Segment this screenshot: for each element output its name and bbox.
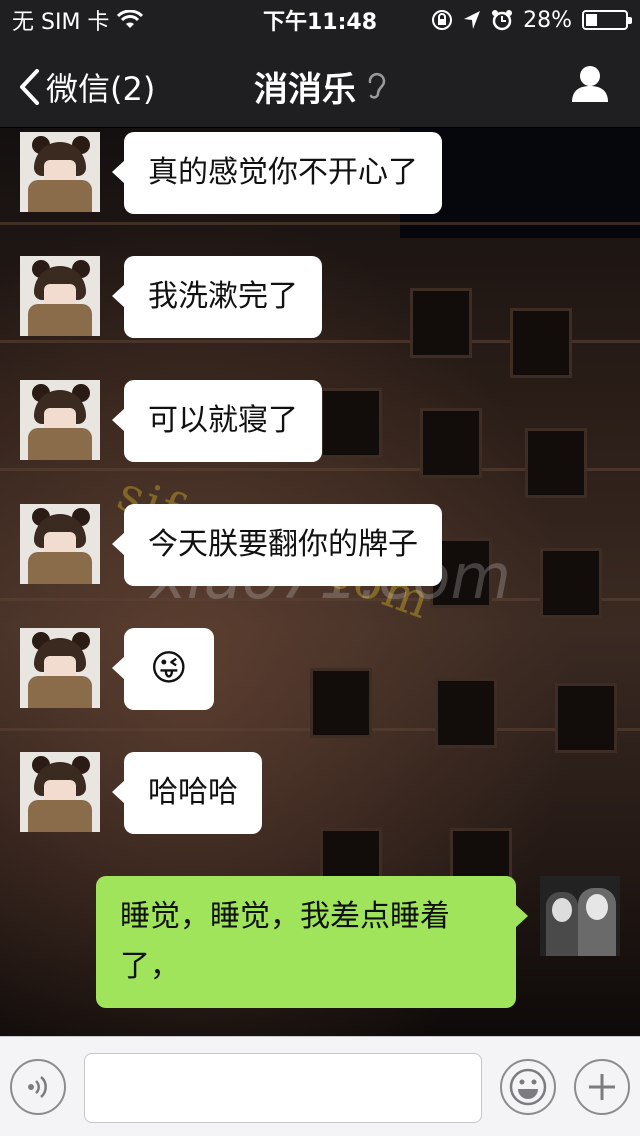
avatar-self[interactable]: [540, 876, 620, 956]
background-window: [555, 683, 617, 753]
battery-percent: 28%: [523, 7, 572, 33]
message-bubble[interactable]: 今天朕要翻你的牌子: [112, 504, 442, 586]
carrier-label: 无 SIM 卡: [12, 10, 110, 35]
page-title-wrap: 消消乐: [0, 62, 640, 111]
plus-icon: [589, 1074, 615, 1100]
location-arrow-icon: [464, 11, 481, 29]
background-window: [435, 678, 497, 748]
background-window: [525, 428, 587, 498]
background-window: [540, 548, 602, 618]
message-row: 我洗漱完了: [20, 256, 322, 338]
status-right: 28%: [408, 7, 632, 33]
message-row: 真的感觉你不开心了: [20, 132, 442, 214]
message-row: 今天朕要翻你的牌子: [20, 504, 442, 586]
rotation-lock-icon: [432, 10, 453, 30]
background-floor-line: [0, 222, 640, 225]
person-icon: [572, 66, 608, 102]
message-row: 哈哈哈: [20, 752, 262, 834]
avatar[interactable]: [20, 380, 100, 460]
message-bubble-self[interactable]: 睡觉，睡觉，我差点睡着了，: [96, 876, 528, 1008]
winking-tongue-emoji-icon: 😜: [150, 648, 188, 689]
message-bubble[interactable]: 我洗漱完了: [112, 256, 322, 338]
message-bubble[interactable]: 真的感觉你不开心了: [112, 132, 442, 214]
message-bubble[interactable]: 哈哈哈: [112, 752, 262, 834]
avatar[interactable]: [20, 256, 100, 336]
voice-icon: [28, 1076, 47, 1098]
avatar[interactable]: [20, 132, 100, 212]
avatar[interactable]: [20, 504, 100, 584]
input-bar: [0, 1036, 640, 1136]
battery-fill: [586, 14, 597, 26]
message-bubble[interactable]: 😜: [112, 628, 214, 710]
message-row: 可以就寝了: [20, 380, 322, 462]
chat-info-button[interactable]: [570, 64, 610, 108]
status-time: 下午11:48: [262, 10, 378, 35]
page-title: 消消乐: [254, 70, 356, 110]
status-bar: 无 SIM 卡 下午11:48 28%: [0, 0, 640, 40]
background-window: [510, 308, 572, 378]
background-window: [410, 288, 472, 358]
background-window: [310, 668, 372, 738]
earpiece-mode-icon: [368, 72, 386, 99]
navigation-bar: 微信(2) 消消乐: [0, 40, 640, 128]
avatar[interactable]: [20, 628, 100, 708]
status-left: 无 SIM 卡: [12, 4, 232, 36]
battery-icon: [582, 10, 632, 30]
emoji-button[interactable]: [500, 1059, 556, 1115]
background-window: [320, 388, 382, 458]
message-row: 😜: [20, 628, 214, 710]
alarm-icon: [492, 10, 513, 31]
voice-input-button[interactable]: [10, 1059, 66, 1115]
wifi-icon: [117, 10, 144, 28]
message-input[interactable]: [84, 1053, 482, 1123]
message-bubble[interactable]: 可以就寝了: [112, 380, 322, 462]
avatar[interactable]: [20, 752, 100, 832]
more-plus-button[interactable]: [574, 1059, 630, 1115]
smiley-icon: [509, 1068, 547, 1106]
message-row-self: 睡觉，睡觉，我差点睡着了，: [92, 876, 620, 1008]
background-window: [420, 408, 482, 478]
